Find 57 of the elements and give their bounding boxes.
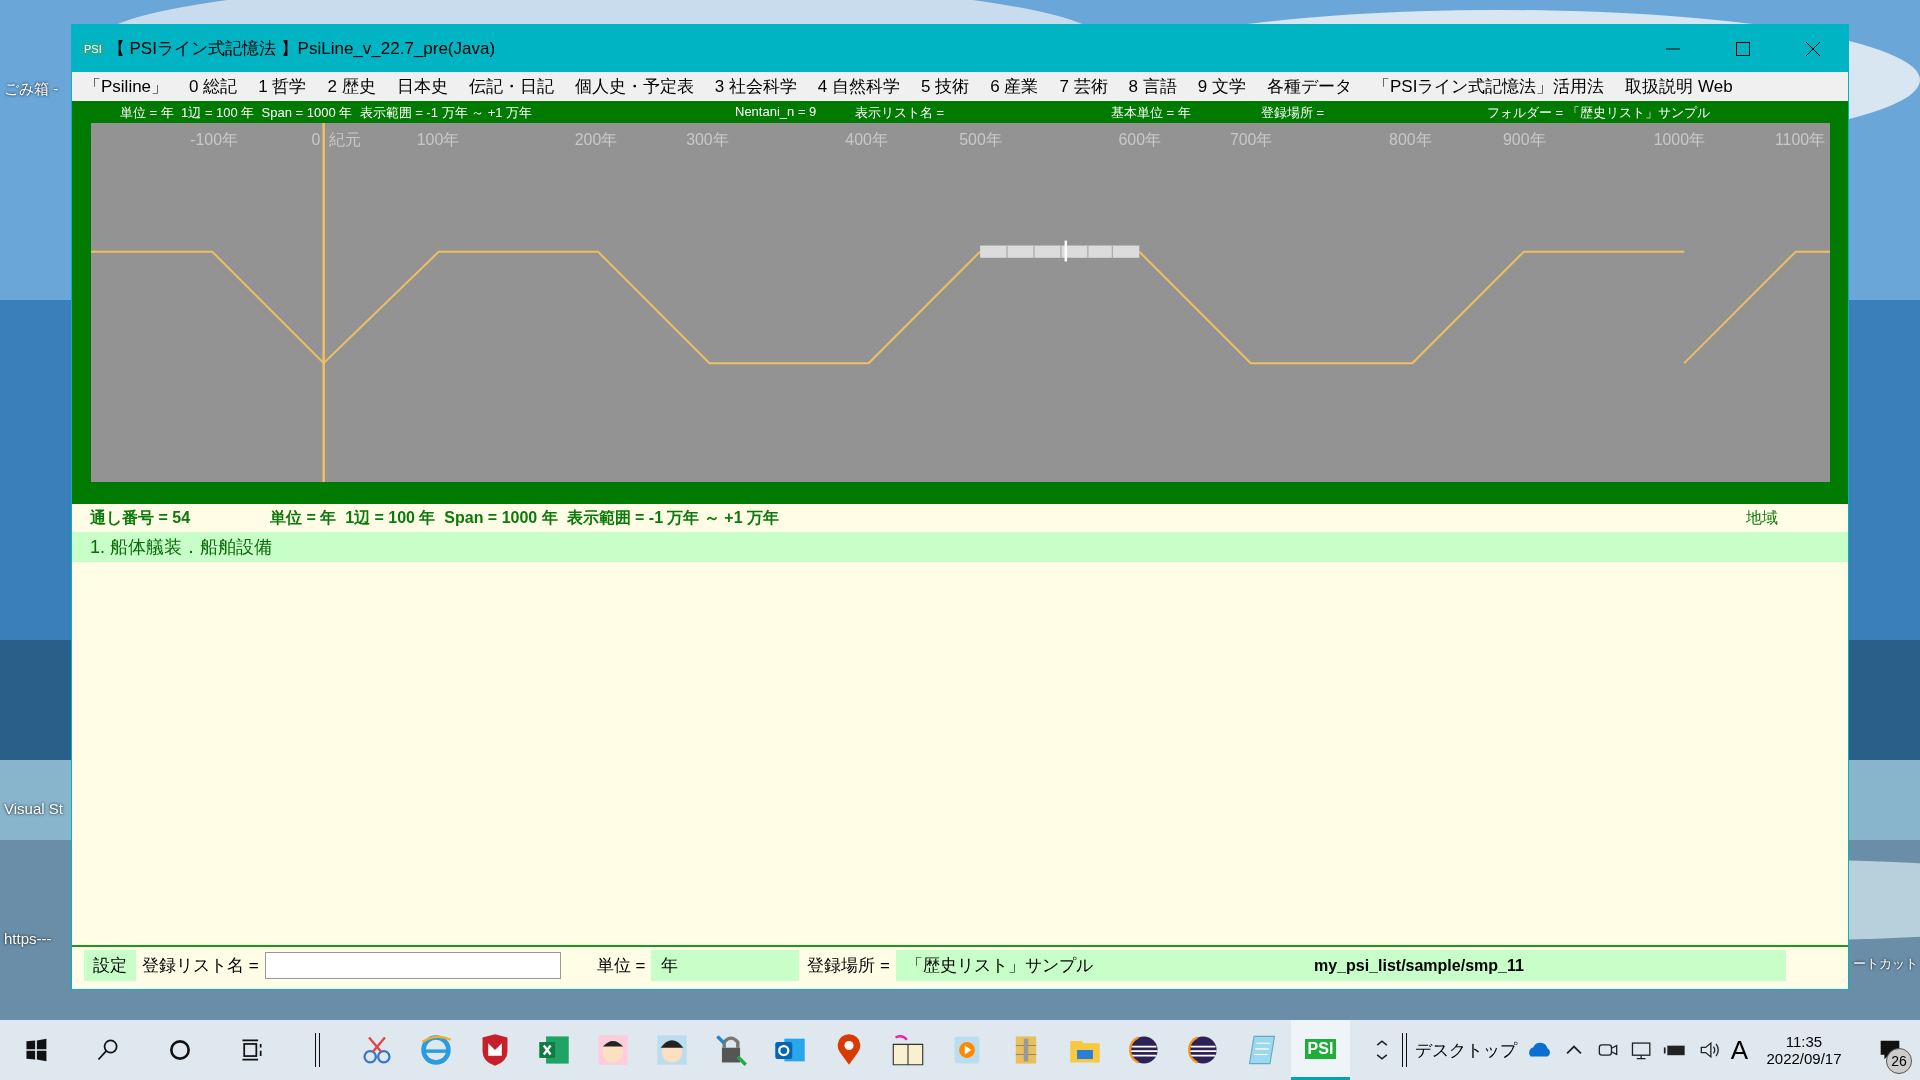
timeline-header-text: 表示リスト名 = — [855, 104, 945, 122]
taskbar-clock[interactable]: 11:35 2022/09/17 — [1756, 1033, 1852, 1067]
close-icon[interactable] — [1805, 40, 1821, 57]
menu-item[interactable]: 伝記・日記 — [468, 75, 554, 98]
app-icon: PSI — [82, 42, 104, 55]
menu-item[interactable]: 5 技術 — [921, 75, 970, 98]
book-icon[interactable] — [890, 1033, 925, 1067]
timeline-header-text: 基本単位 = 年 — [1111, 104, 1191, 122]
timeline-header-text: フォルダー = 「歴史リスト」サンプル — [1487, 104, 1710, 122]
menu-item[interactable]: 「Psiline」 — [84, 75, 169, 98]
maximize-icon[interactable] — [1735, 40, 1751, 57]
search-icon[interactable] — [95, 1037, 121, 1063]
menu-item[interactable]: 1 哲学 — [258, 75, 307, 98]
windows-start-icon[interactable] — [23, 1037, 49, 1063]
menu-item[interactable]: 日本史 — [396, 75, 448, 98]
input-mode-indicator[interactable]: A — [1730, 1034, 1748, 1066]
menu-item[interactable]: 2 歴史 — [327, 75, 376, 98]
lock-icon[interactable] — [713, 1033, 748, 1067]
list-name-field[interactable] — [264, 952, 561, 979]
menu-item[interactable]: 取扱説明 Web — [1625, 75, 1733, 98]
sticker-icon[interactable] — [595, 1033, 630, 1067]
menu-item[interactable]: 9 文学 — [1197, 75, 1246, 98]
timeline-header-text: Nentani_n = 9 — [735, 104, 817, 119]
list-item[interactable]: 1. 船体艤装．船舶設備 — [72, 532, 1848, 562]
menu-item[interactable]: 各種データ — [1266, 75, 1352, 98]
sticker-icon[interactable] — [654, 1033, 689, 1067]
striped-circle-icon[interactable] — [1185, 1033, 1220, 1067]
menu-item[interactable]: 3 社会科学 — [714, 75, 797, 98]
scale-summary: 単位 = 年 1辺 = 100 年 Span = 1000 年 表示範囲 = -1 万年 ～ +1 万年 — [270, 507, 780, 528]
menu-item[interactable]: 「PSIライン式記憶法」活用法 — [1372, 75, 1605, 98]
region-label: 地域 — [1746, 507, 1778, 528]
circle-icon[interactable] — [167, 1037, 193, 1063]
separator-icon — [315, 1033, 320, 1067]
desktop-toolbar-label[interactable]: デスクトップ — [1414, 1038, 1517, 1062]
unit-label: 単位 = — [596, 955, 646, 977]
menu-item[interactable]: 個人史・予定表 — [574, 75, 694, 98]
serial-number: 通し番号 = 54 — [90, 507, 192, 528]
unit-field[interactable]: 年 — [651, 950, 800, 981]
menu-item[interactable]: 6 産業 — [990, 75, 1039, 98]
spreadsheet-icon[interactable] — [536, 1033, 571, 1067]
striped-circle-icon[interactable] — [1126, 1033, 1161, 1067]
timeline-header-text: 単位 = 年 1辺 = 100 年 Span = 1000 年 表示範囲 = -1 万年 ～ +1 万年 — [120, 104, 533, 122]
notification-count: 26 — [1886, 1048, 1912, 1074]
menu-item[interactable]: 4 自然科学 — [817, 75, 901, 98]
list-name-label: 登録リスト名 = — [142, 955, 259, 977]
menu-item[interactable]: 8 言語 — [1128, 75, 1177, 98]
settings-button[interactable]: 設定 — [84, 950, 136, 981]
menu-item[interactable]: 0 総記 — [189, 75, 238, 98]
folder-path: my_psi_list/sample/smp_11 — [1313, 956, 1524, 975]
timeline-header-text: 登録場所 = — [1261, 104, 1325, 122]
minimize-icon[interactable] — [1665, 47, 1681, 50]
separator-icon — [1401, 1033, 1407, 1067]
place-label: 登録場所 = — [807, 955, 890, 977]
menu-item[interactable]: 7 芸術 — [1059, 75, 1108, 98]
task-view-icon[interactable] — [239, 1037, 265, 1063]
place-value: 「歴史リスト」サンプル — [905, 955, 1094, 977]
window-title: 【 PSIライン式記憶法 】PsiLine_v_22.7_pre(Java) — [107, 38, 496, 60]
